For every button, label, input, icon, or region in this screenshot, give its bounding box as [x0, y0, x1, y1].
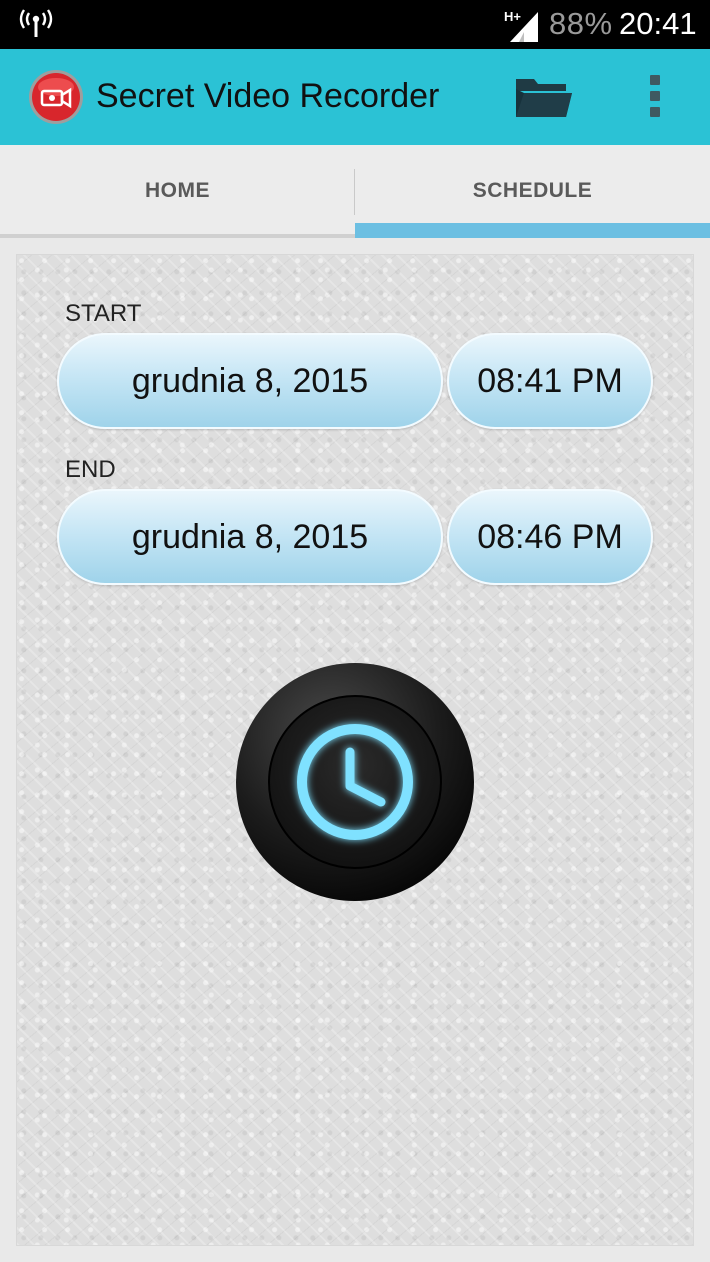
folder-icon[interactable]: [514, 75, 574, 119]
tab-home[interactable]: HOME: [0, 145, 355, 238]
end-date-button[interactable]: grudnia 8, 2015: [57, 489, 443, 585]
start-label: START: [65, 300, 142, 327]
selected-tab-indicator: [355, 223, 710, 238]
start-date-button[interactable]: grudnia 8, 2015: [57, 333, 443, 429]
status-bar: H+ 88% 20:41: [0, 0, 710, 49]
app-logo-icon[interactable]: [28, 69, 84, 125]
start-time-button[interactable]: 08:41 PM: [447, 333, 653, 429]
end-label: END: [65, 456, 116, 483]
overflow-menu-icon[interactable]: [648, 75, 662, 121]
clock-time: 20:41: [619, 6, 697, 41]
network-type-label: H+: [504, 9, 521, 24]
schedule-start-button[interactable]: [235, 662, 475, 902]
action-bar: Secret Video Recorder: [0, 49, 710, 145]
battery-percent: 88%: [549, 6, 613, 41]
signal-icon: H+: [504, 9, 538, 42]
end-time-button[interactable]: 08:46 PM: [447, 489, 653, 585]
tab-bar-underline: [0, 234, 355, 238]
app-title: Secret Video Recorder: [96, 77, 440, 115]
antenna-icon: [19, 9, 53, 37]
